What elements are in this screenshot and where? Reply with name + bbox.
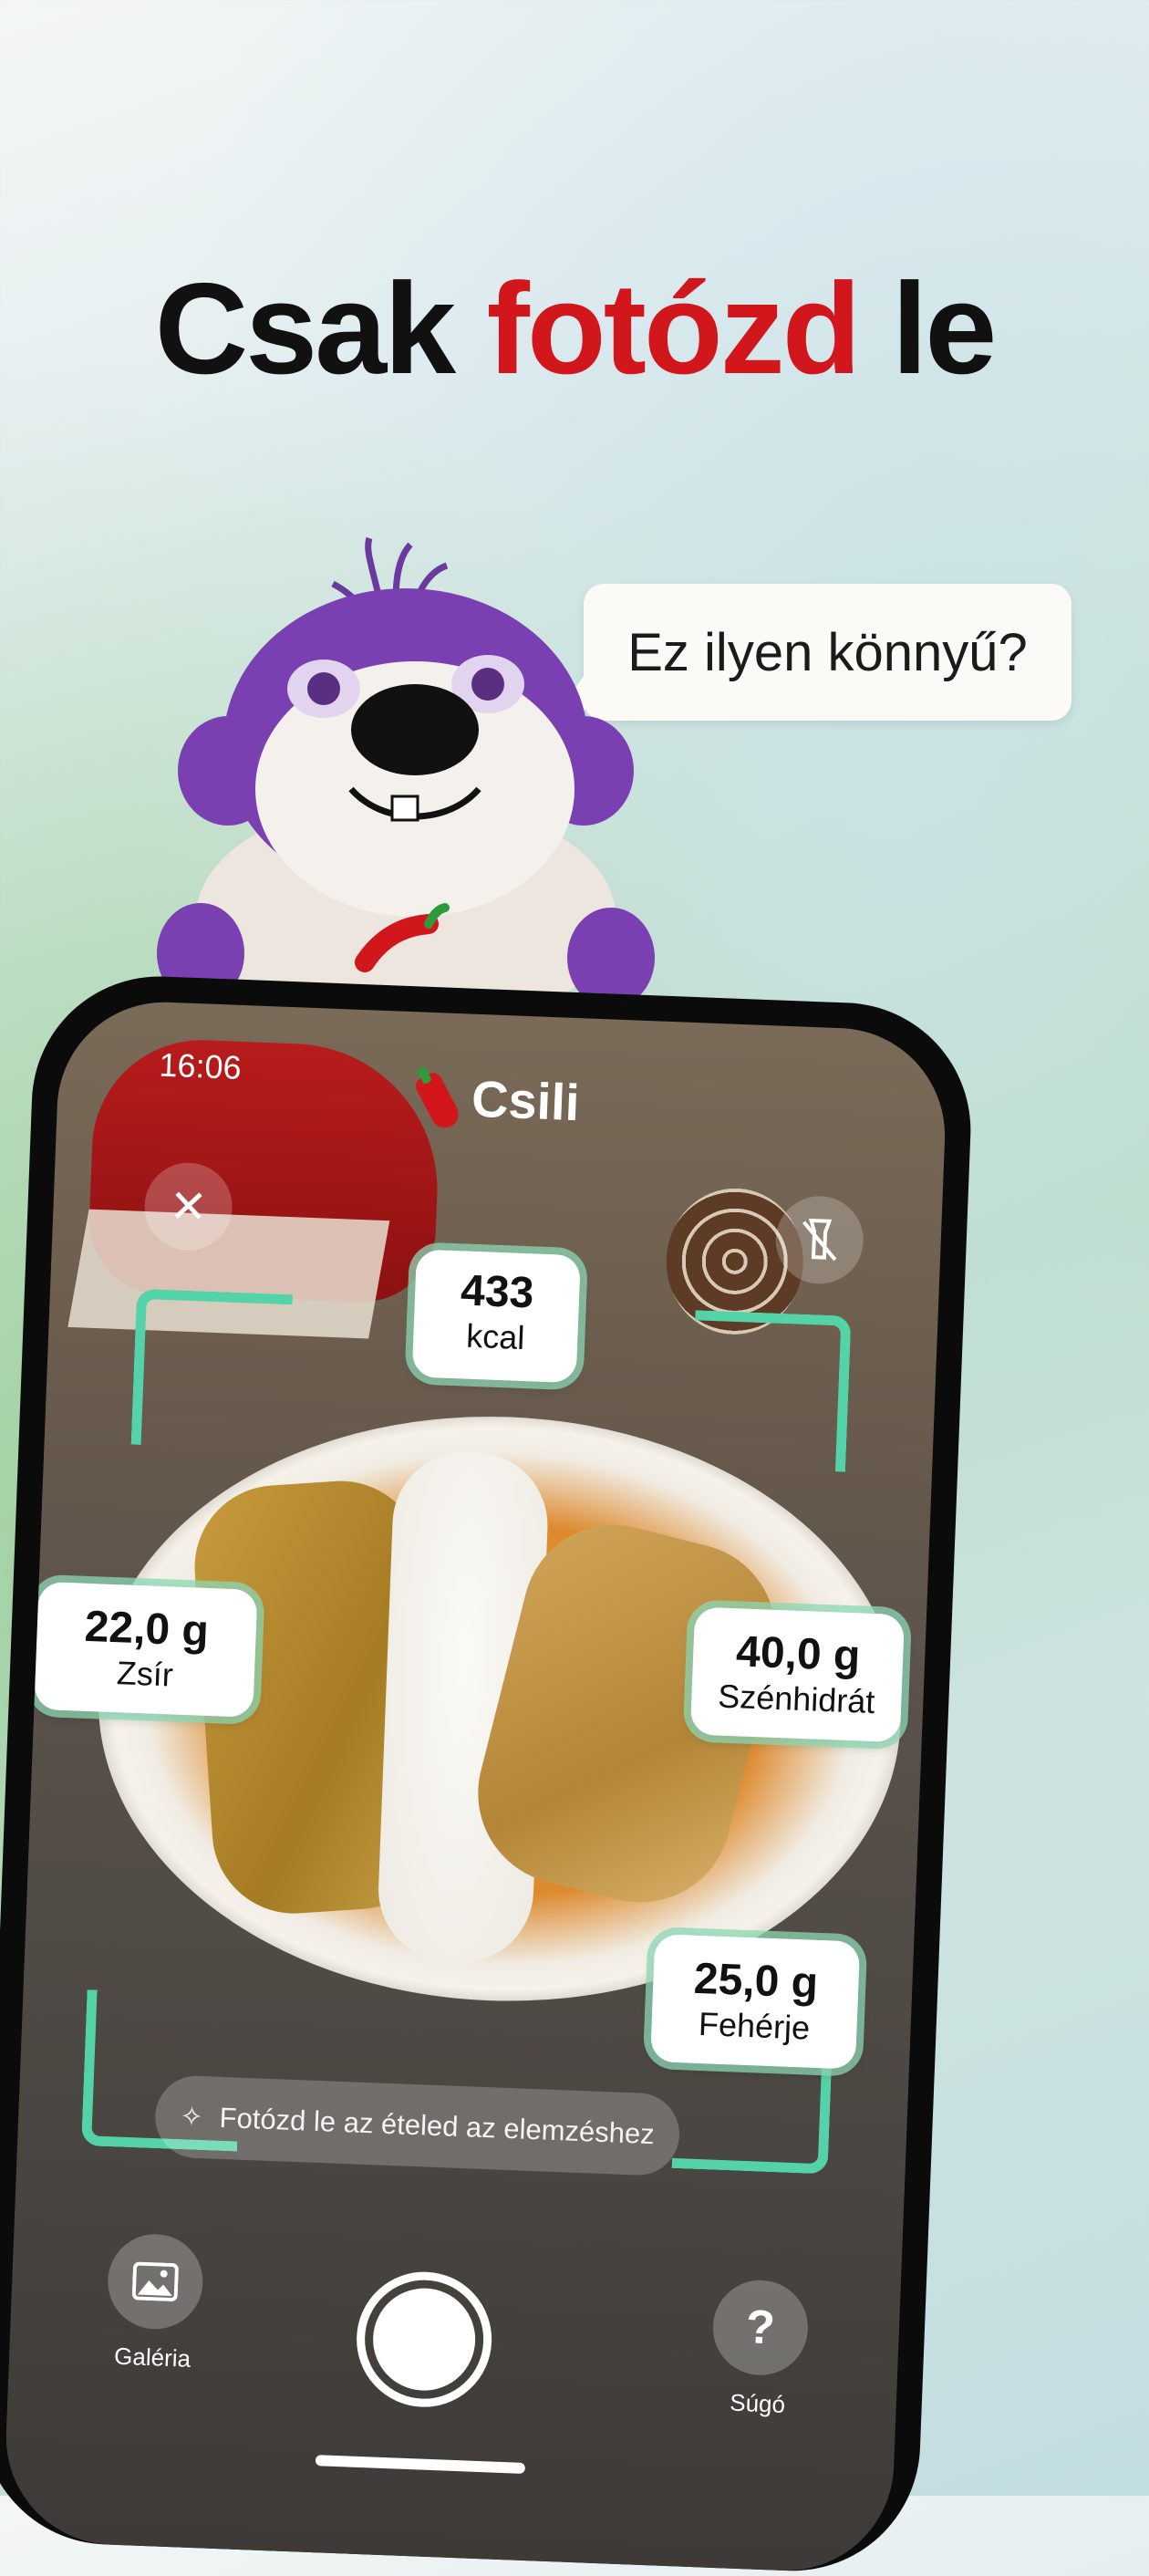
shutter-button[interactable]	[354, 2269, 494, 2410]
gallery-button[interactable]	[106, 2232, 205, 2332]
scan-frame-corner	[689, 1310, 852, 1472]
headline-accent: fotózd	[486, 256, 862, 401]
nutrition-chip-protein: 25,0 g Fehérje	[650, 1934, 861, 2070]
shutter-inner	[371, 2286, 478, 2393]
help-button[interactable]: ?	[710, 2278, 810, 2377]
gallery-label: Galéria	[113, 2342, 192, 2373]
nutrition-chip-fat: 22,0 g Zsír	[34, 1581, 258, 1718]
sparkle-icon: ✧	[179, 2101, 204, 2133]
chili-icon	[412, 1070, 463, 1133]
help-label: Súgó	[729, 2388, 786, 2418]
close-icon: ✕	[168, 1180, 209, 1233]
scan-frame-corner	[130, 1288, 293, 1451]
nutrition-chip-calories: 433 kcal	[411, 1249, 581, 1384]
camera-controls: Galéria ? Súgó	[8, 2210, 903, 2426]
photo-hint: ✧ Fotózd le az ételed az elemzéshez	[153, 2074, 681, 2177]
gallery-icon	[131, 2261, 179, 2301]
help-icon: ?	[744, 2301, 776, 2355]
mascot-illustration	[157, 536, 655, 1026]
flashlight-off-icon	[802, 1218, 837, 1262]
phone-mockup: 16:06 Csili ✕ 433 kcal 22,0 g Zsír 40,0 …	[0, 971, 976, 2576]
nutrition-chip-carbs: 40,0 g Szénhidrát	[689, 1606, 906, 1743]
camera-screen: 16:06 Csili ✕ 433 kcal 22,0 g Zsír 40,0 …	[2, 998, 949, 2575]
headline: Csak fotózd le	[154, 256, 998, 401]
home-indicator[interactable]	[315, 2455, 526, 2474]
